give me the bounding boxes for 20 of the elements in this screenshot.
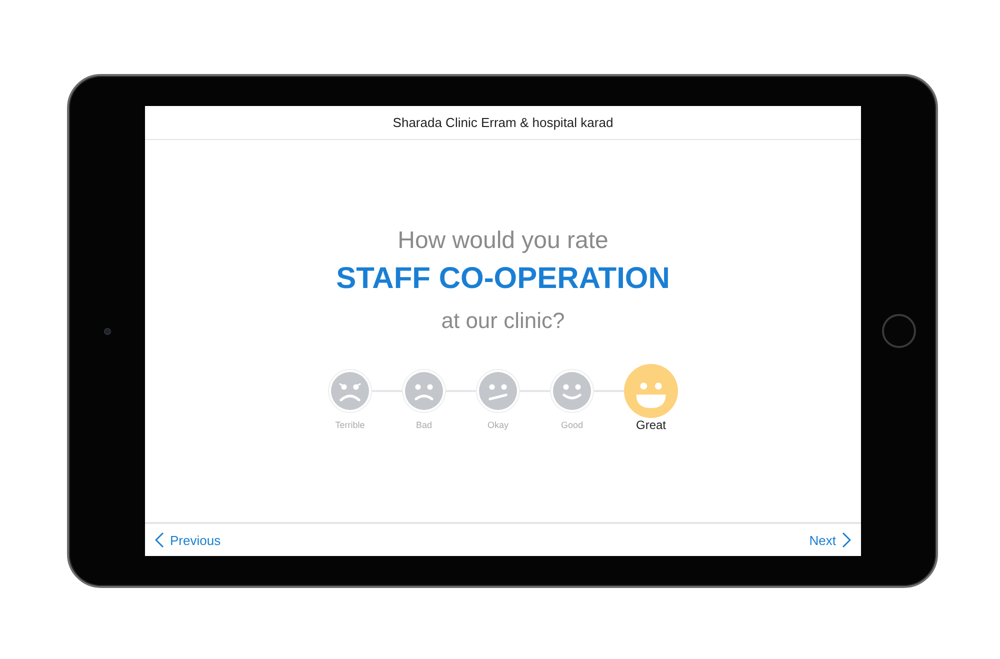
okay-face-icon[interactable] <box>476 369 520 413</box>
previous-link[interactable]: Previous <box>155 532 221 548</box>
bad-face-icon[interactable] <box>402 369 446 413</box>
rating-label: Good <box>560 420 584 430</box>
question-intro: How would you rate <box>398 226 608 256</box>
question-outro: at our clinic? <box>441 307 565 335</box>
chevron-left-icon <box>155 532 164 548</box>
question-topic: STAFF CO-OPERATION <box>336 261 670 297</box>
clinic-title: Sharada Clinic Erram & hospital karad <box>392 115 614 130</box>
home-button[interactable] <box>882 314 916 348</box>
terrible-face-icon[interactable] <box>328 369 372 413</box>
next-link[interactable]: Next <box>809 532 851 548</box>
rating-label: Okay <box>487 420 508 430</box>
great-face-icon[interactable] <box>624 364 678 418</box>
rating-label: Terrible <box>335 420 365 430</box>
camera-icon <box>104 328 110 334</box>
good-face-icon[interactable] <box>550 369 594 413</box>
rating-label: Bad <box>416 420 432 430</box>
chevron-right-icon <box>842 532 851 548</box>
rating-label: Great <box>636 418 666 432</box>
